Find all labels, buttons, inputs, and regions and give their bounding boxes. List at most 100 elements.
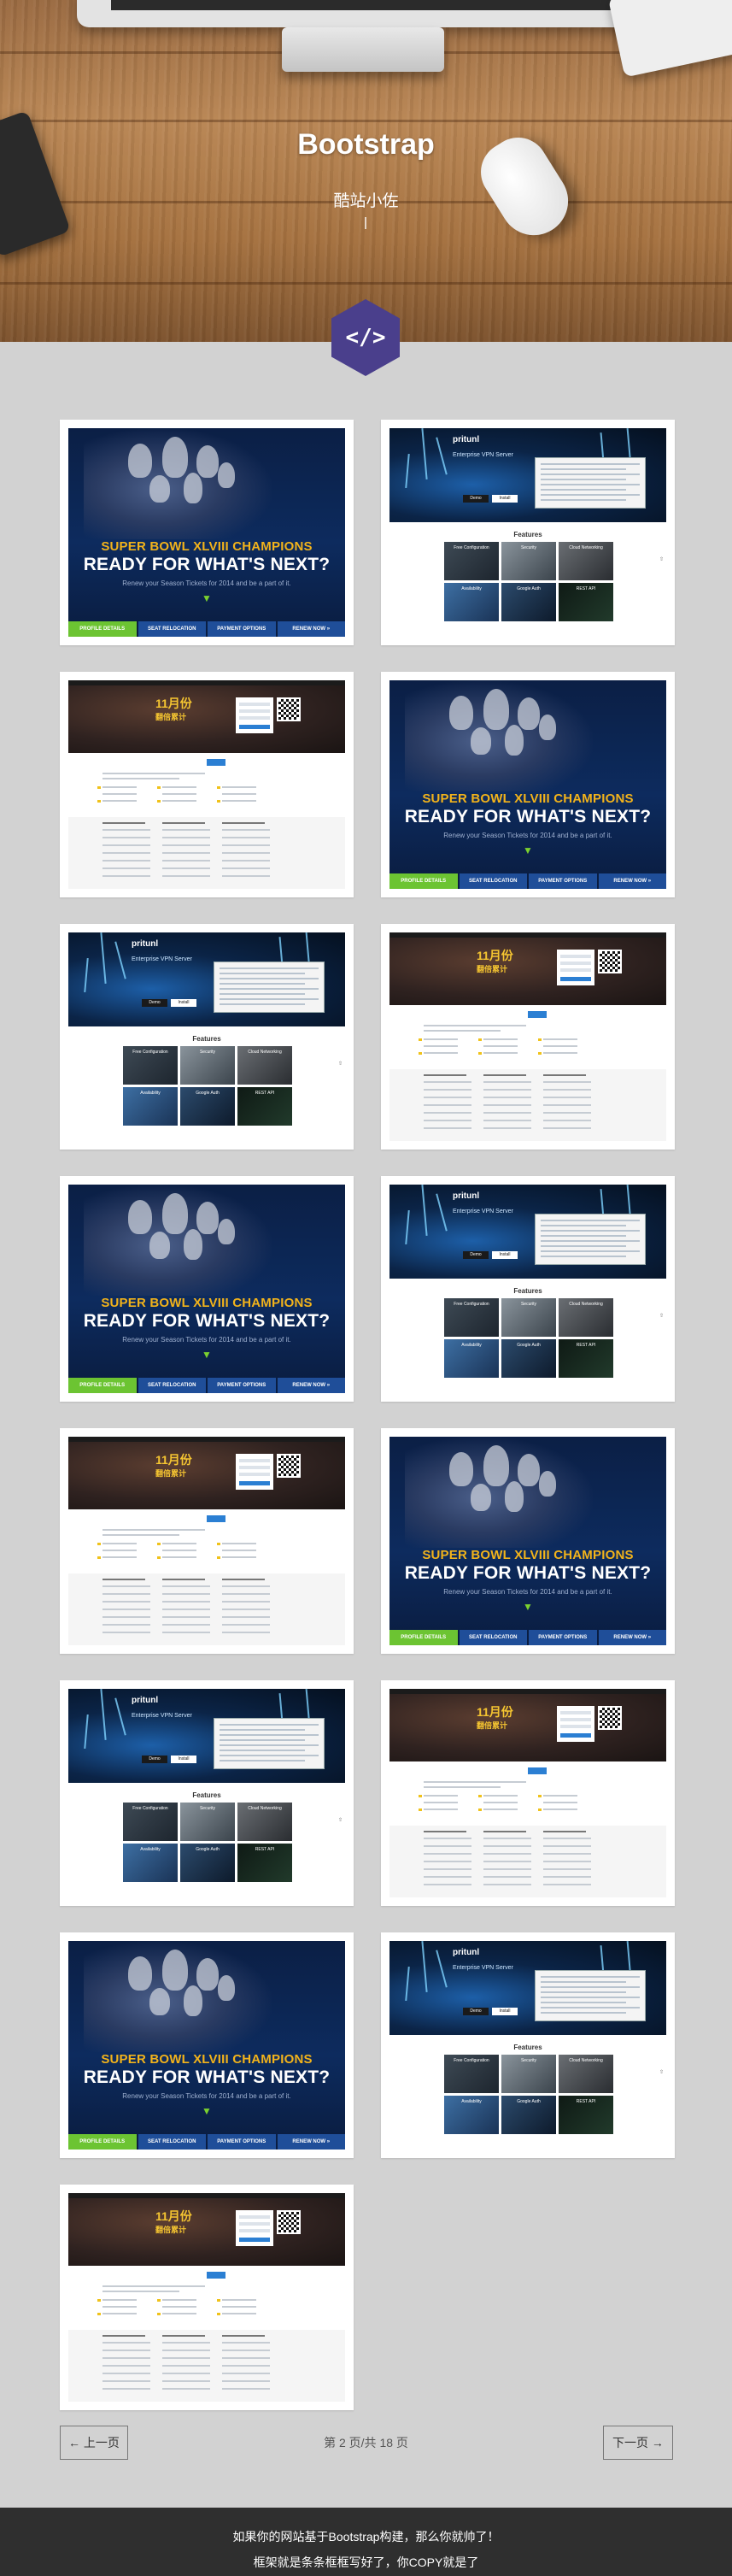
search-row — [102, 1515, 316, 1526]
screenshot-thumbnail: 11月份 翻倍累计 — [68, 2193, 345, 2402]
feature-tile: Free Configuration — [123, 1046, 178, 1085]
login-field — [239, 709, 270, 713]
table-row — [162, 1616, 210, 1618]
top-nav-bar — [68, 1437, 345, 1442]
table-row — [424, 1112, 471, 1114]
keyboard-image — [607, 0, 732, 78]
text-line — [162, 1543, 196, 1544]
table-row — [102, 875, 150, 877]
login-field — [560, 1718, 591, 1721]
screenshot-card[interactable]: 11月份 翻倍累计 — [60, 672, 354, 897]
pritunl-tagline: Enterprise VPN Server — [132, 956, 192, 962]
search-button — [528, 1011, 547, 1018]
install-button: Install — [492, 495, 518, 503]
feature-tile: Cloud Networking — [237, 1046, 292, 1085]
text-line — [424, 1030, 501, 1032]
nav-item: PROFILE DETAILS — [389, 1630, 458, 1645]
screenshot-card[interactable]: SUPER BOWL XLVIII CHAMPIONS READY FOR WHA… — [381, 672, 675, 897]
pritunl-tagline: Enterprise VPN Server — [453, 1965, 513, 1971]
login-field — [239, 2229, 270, 2232]
screenshot-card[interactable]: SUPER BOWL XLVIII CHAMPIONS READY FOR WHA… — [60, 420, 354, 645]
screenshot-card[interactable]: pritunl Enterprise VPN Server Demo Install F… — [60, 1680, 354, 1906]
pritunl-tagline: Enterprise VPN Server — [453, 1209, 513, 1214]
player-figure — [162, 1193, 188, 1234]
promo-banner — [389, 932, 666, 1005]
panel-row — [541, 2002, 626, 2003]
renew-tagline: Renew your Season Tickets for 2014 and b… — [443, 1588, 612, 1596]
search-row — [102, 759, 316, 769]
screenshot-card[interactable]: SUPER BOWL XLVIII CHAMPIONS READY FOR WHA… — [381, 1428, 675, 1654]
nav-item: SEAT RELOCATION — [138, 621, 206, 637]
renew-tagline: Renew your Season Tickets for 2014 and b… — [122, 579, 291, 587]
player-figure — [196, 1958, 219, 1991]
player-figure — [483, 689, 509, 730]
login-field — [239, 2215, 270, 2219]
screenshot-card[interactable]: pritunl Enterprise VPN Server Demo Install F… — [381, 1176, 675, 1402]
feature-tile: Cloud Networking — [559, 1298, 613, 1337]
feature-tile: REST API — [559, 2096, 613, 2134]
screenshot-card[interactable]: pritunl Enterprise VPN Server Demo Install F… — [381, 1932, 675, 2158]
highlight-mark — [478, 1808, 482, 1811]
features-title: Features — [513, 1287, 542, 1295]
pritunl-logo: pritunl — [132, 1696, 159, 1705]
nav-item: PROFILE DETAILS — [68, 2134, 137, 2150]
ticket-navbar: PROFILE DETAILS SEAT RELOCATION PAYMENT OP… — [389, 1630, 666, 1645]
table-row — [162, 852, 210, 854]
text-line — [543, 1795, 577, 1797]
table-heading — [222, 1579, 265, 1580]
dashboard-preview — [214, 962, 325, 1013]
features-title: Features — [513, 531, 542, 538]
table-row — [483, 1112, 531, 1114]
panel-row — [541, 499, 626, 501]
text-line — [102, 773, 205, 774]
table-row — [102, 2373, 150, 2374]
panel-row — [220, 988, 319, 990]
text-line — [162, 800, 196, 802]
next-page-button[interactable]: 下一页 → — [603, 2426, 673, 2460]
pritunl-logo: pritunl — [453, 435, 480, 444]
login-field — [239, 716, 270, 720]
screenshot-card[interactable]: 11月份 翻倍累计 — [60, 2185, 354, 2410]
highlight-mark — [157, 800, 161, 803]
text-line — [102, 2313, 137, 2314]
screenshot-card[interactable]: SUPER BOWL XLVIII CHAMPIONS READY FOR WHA… — [60, 1932, 354, 2158]
headline-ready: READY FOR WHAT'S NEXT? — [404, 1563, 652, 1583]
table-heading — [162, 2335, 205, 2337]
feature-tile: Google Auth — [501, 1339, 556, 1378]
hero-divider — [365, 217, 366, 229]
footer: 如果你的网站基于Bootstrap构建，那么你就帅了！ 框架就是条条框框写好了，… — [0, 2508, 732, 2576]
table-row — [222, 2350, 270, 2351]
screenshot-thumbnail: 11月份 翻倍累计 — [68, 680, 345, 889]
screenshot-thumbnail: SUPER BOWL XLVIII CHAMPIONS READY FOR WHA… — [68, 1185, 345, 1393]
text-line — [543, 1802, 577, 1803]
highlight-mark — [217, 1556, 220, 1559]
screenshot-card[interactable]: SUPER BOWL XLVIII CHAMPIONS READY FOR WHA… — [60, 1176, 354, 1402]
table-row — [222, 844, 270, 846]
text-line — [102, 1550, 137, 1551]
screenshot-thumbnail: pritunl Enterprise VPN Server Demo Install F… — [389, 428, 666, 637]
screenshot-card[interactable]: 11月份 翻倍累计 — [381, 924, 675, 1150]
screenshot-card[interactable]: 11月份 翻倍累计 — [60, 1428, 354, 1654]
table-row — [483, 1884, 531, 1885]
table-row — [102, 1585, 150, 1587]
monitor-image — [77, 0, 649, 27]
install-button: Install — [171, 999, 196, 1007]
top-nav-bar — [389, 1689, 666, 1694]
table-heading — [543, 1074, 586, 1076]
text-line — [102, 2291, 179, 2292]
table-row — [483, 1853, 531, 1855]
table-row — [102, 2357, 150, 2359]
table-row — [424, 1876, 471, 1878]
features-title: Features — [192, 1035, 221, 1043]
feature-tile: Availability — [123, 1844, 178, 1882]
player-figure — [505, 725, 524, 756]
player-figure — [218, 462, 235, 488]
table-row — [102, 867, 150, 869]
table-row — [483, 1838, 531, 1839]
headline-ready: READY FOR WHAT'S NEXT? — [83, 2067, 331, 2087]
table-row — [162, 2342, 210, 2344]
screenshot-card[interactable]: pritunl Enterprise VPN Server Demo Install F… — [381, 420, 675, 645]
table-heading — [483, 1831, 526, 1832]
screenshot-card[interactable]: pritunl Enterprise VPN Server Demo Install F… — [60, 924, 354, 1150]
screenshot-card[interactable]: 11月份 翻倍累计 — [381, 1680, 675, 1906]
